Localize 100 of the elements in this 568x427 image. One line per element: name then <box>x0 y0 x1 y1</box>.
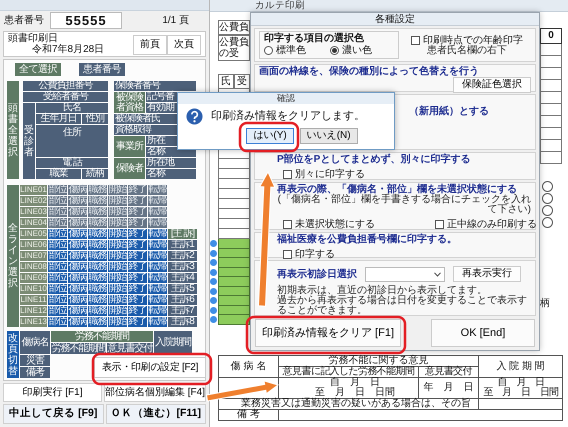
display-settings-button[interactable]: 表示・印刷の設定 [F2] <box>94 357 206 378</box>
dialog-button[interactable]: いいえ(N) <box>300 128 358 144</box>
dialog-title: 各種設定 <box>251 13 539 26</box>
checkbox-icon[interactable] <box>283 220 292 229</box>
item-toggle[interactable]: 名称 <box>146 169 196 179</box>
item-toggle[interactable]: 終了 <box>128 284 147 294</box>
checkbox-option[interactable]: 未選択状態にする <box>283 219 375 230</box>
dialog-button[interactable]: OK [End] <box>431 319 535 347</box>
select-button[interactable]: 患者番号 <box>79 63 125 76</box>
date-text: 至 月 日 日間 <box>315 388 396 398</box>
checkbox-option[interactable]: 正中線のみ印刷する <box>435 219 537 230</box>
option-note: 患者氏名欄の右下 <box>427 46 507 56</box>
item-toggle[interactable]: 転帰 <box>148 207 167 217</box>
item-toggle[interactable]: 傷病 <box>68 185 87 195</box>
dialog-button[interactable]: はい(Y) <box>246 128 294 144</box>
bullet-dot <box>210 240 217 248</box>
dialog-button[interactable]: 印刷済み情報をクリア [F1] <box>255 319 401 347</box>
item-toggle[interactable]: 転帰 <box>148 218 167 228</box>
checkbox-icon[interactable] <box>411 36 420 44</box>
action-button[interactable]: 中止して戻る [F9] <box>3 404 104 424</box>
item-toggle[interactable]: 入院期間 <box>154 331 192 354</box>
item-toggle[interactable]: 終了 <box>128 218 147 228</box>
confirm-message: 印刷済み情報をクリアします。 <box>211 110 365 122</box>
item-toggle[interactable]: 終了 <box>128 295 147 305</box>
section-heading: 福祉医療を公費負担番号欄に印字する。 <box>277 234 457 245</box>
item-toggle[interactable]: 職務 <box>88 218 107 228</box>
table-header: 労務不能に関する意見 <box>278 356 478 366</box>
item-toggle[interactable]: 労務不能期間 <box>51 343 106 354</box>
item-toggle[interactable]: 保険者 <box>114 158 145 179</box>
section-toggle[interactable]: 全ライン選択 <box>7 185 19 327</box>
action-button[interactable]: ＯＫ（進む）[F11] <box>106 404 206 424</box>
item-toggle[interactable]: 職務 <box>88 185 107 195</box>
redisplay-button[interactable]: 再表示実行 <box>453 266 521 282</box>
item-toggle[interactable]: 終了 <box>128 207 147 217</box>
checkbox-icon[interactable] <box>435 220 444 229</box>
radio-option[interactable]: 標準色 <box>264 45 306 56</box>
checkbox-option[interactable]: 印字する <box>283 249 335 260</box>
item-toggle[interactable]: 事業所 <box>114 136 145 157</box>
group-label: 印字する項目の選択色 <box>264 33 365 44</box>
item-toggle[interactable]: 開始 <box>108 207 127 217</box>
option-note: 過去から再表示する場合は日付を変更することで表示することができます。 <box>277 296 528 316</box>
item-toggle[interactable]: 終了 <box>128 306 147 316</box>
page-button[interactable]: 前頁 <box>133 34 167 54</box>
checkbox-icon[interactable] <box>283 170 292 179</box>
date-text: 自 月 日 <box>329 378 380 388</box>
radio-option[interactable]: 濃い色 <box>330 45 372 56</box>
page-button[interactable]: 次頁 <box>167 34 201 54</box>
page-break-toggle[interactable]: 改頁切替 <box>7 331 19 378</box>
checkbox-option[interactable]: 印刷時点での年齢印字 <box>411 34 523 46</box>
bullet-dot <box>210 268 217 276</box>
item-toggle[interactable]: 開始 <box>108 218 127 228</box>
filled-cell <box>218 296 250 306</box>
item-toggle[interactable]: 終了 <box>128 317 147 327</box>
option-note: 初期表示は、直近の初診日から表示してます。 <box>277 286 488 296</box>
item-toggle[interactable]: 災害 <box>20 355 50 366</box>
bullet-dot <box>210 259 217 266</box>
select-button[interactable]: 全て選択 <box>15 63 61 76</box>
circle-mark <box>542 205 553 216</box>
form-cell: 氏 <box>218 74 234 89</box>
item-toggle[interactable]: 被保険者資格 <box>114 92 145 113</box>
item-toggle[interactable]: 終了 <box>128 196 147 206</box>
item-toggle[interactable]: 部位 <box>48 196 67 206</box>
checkbox-icon[interactable] <box>283 250 292 259</box>
section-toggle[interactable]: 頭書全選択 <box>7 81 19 179</box>
item-toggle[interactable]: 終了 <box>128 229 147 239</box>
circle-mark <box>542 217 553 228</box>
item-toggle[interactable]: 部位 <box>48 218 67 228</box>
item-toggle[interactable]: 終了 <box>128 262 147 272</box>
item-toggle[interactable]: 傷病 <box>68 218 87 228</box>
field-label: 柄 <box>540 298 551 309</box>
item-toggle[interactable]: 部位 <box>48 185 67 195</box>
circle-mark <box>542 193 553 204</box>
action-button[interactable]: 印刷実行 [F1] <box>3 383 102 402</box>
item-toggle[interactable]: 備考 <box>20 367 50 378</box>
item-toggle[interactable]: 終了 <box>128 185 147 195</box>
item-toggle[interactable]: 傷病 <box>68 207 87 217</box>
item-toggle[interactable]: 受診者 <box>23 103 35 179</box>
insurance-color-button[interactable]: 保険証色選択 <box>453 77 531 93</box>
item-toggle[interactable]: 転帰 <box>148 185 167 195</box>
radio-icon[interactable] <box>330 46 339 55</box>
item-toggle[interactable]: 労務不能期間 <box>51 331 153 342</box>
item-toggle[interactable]: 開始 <box>108 185 127 195</box>
item-toggle[interactable]: 部位 <box>48 207 67 217</box>
item-toggle[interactable]: 職務 <box>88 196 107 206</box>
item-toggle[interactable]: 傷病 <box>68 196 87 206</box>
item-toggle[interactable]: 住所 <box>36 125 108 157</box>
item-toggle[interactable]: 開始 <box>108 196 127 206</box>
item-toggle[interactable]: 職務 <box>88 207 107 217</box>
item-toggle[interactable]: 終了 <box>128 273 147 283</box>
radio-icon[interactable] <box>264 46 273 55</box>
item-toggle[interactable]: 終了 <box>128 251 147 261</box>
item-toggle[interactable]: 終了 <box>128 240 147 250</box>
print-date-value: 令和7年8月28日 <box>31 44 104 55</box>
item-toggle[interactable]: 傷病名 <box>20 331 50 354</box>
item-toggle[interactable]: 意見書交付 <box>107 343 153 354</box>
table-header: 意見書に記入した労務不能期間 <box>278 366 418 378</box>
filled-cell <box>218 277 250 286</box>
checkbox-option[interactable]: 別々に印字する <box>283 169 365 180</box>
item-toggle[interactable]: 転帰 <box>148 196 167 206</box>
filled-cell <box>218 315 250 324</box>
